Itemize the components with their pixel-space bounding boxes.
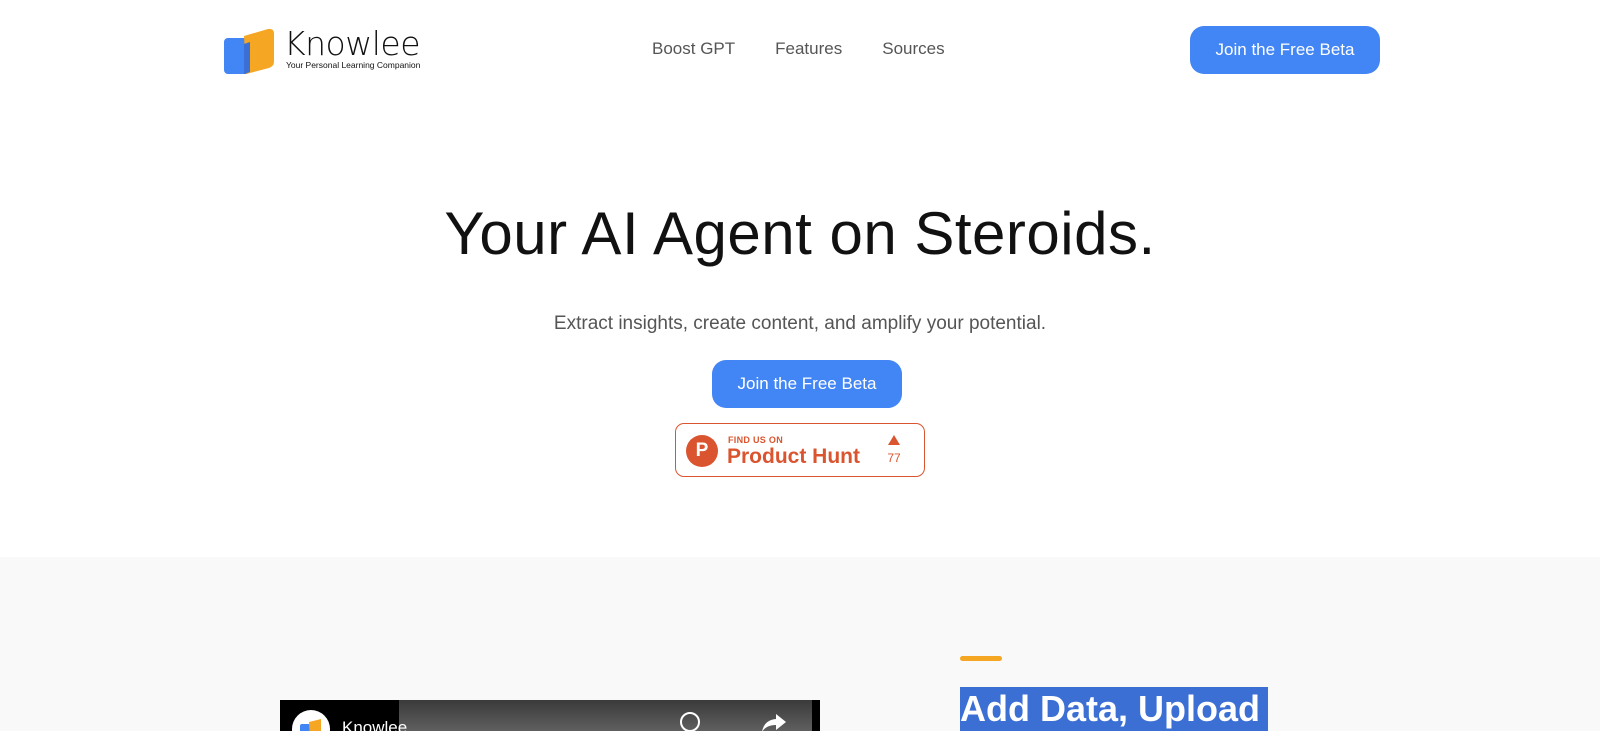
knowlee-logo-icon (224, 28, 274, 74)
main-nav: Boost GPT Features Sources (652, 38, 945, 60)
logo-link[interactable]: Knowlee Your Personal Learning Companion (224, 24, 424, 76)
site-header: Knowlee Your Personal Learning Companion… (0, 0, 1600, 100)
feature-section: Knowlee Add Data, Upload (0, 557, 1600, 731)
upvote-arrow-icon (888, 435, 900, 445)
logo-tagline: Your Personal Learning Companion (286, 60, 421, 70)
clock-icon[interactable] (680, 712, 700, 731)
share-icon[interactable] (760, 710, 788, 731)
video-title[interactable]: Knowlee (342, 718, 407, 731)
header-join-beta-button[interactable]: Join the Free Beta (1190, 26, 1380, 74)
video-edge (812, 700, 820, 731)
product-hunt-icon: P (686, 435, 718, 467)
hero-title: Your AI Agent on Steroids. (444, 200, 1156, 267)
product-hunt-find-label: FIND US ON (728, 435, 784, 445)
video-player[interactable]: Knowlee (280, 700, 820, 731)
nav-link-boost-gpt[interactable]: Boost GPT (652, 38, 735, 60)
hero-subtitle: Extract insights, create content, and am… (553, 313, 1047, 334)
upvote-count: 77 (887, 451, 901, 465)
nav-link-features[interactable]: Features (775, 38, 842, 60)
nav-link-sources[interactable]: Sources (882, 38, 944, 60)
product-hunt-badge[interactable]: P FIND US ON Product Hunt 77 (675, 423, 925, 477)
section-accent-bar (960, 656, 1002, 661)
section-heading: Add Data, Upload (960, 687, 1269, 731)
hero-join-beta-button[interactable]: Join the Free Beta (712, 360, 902, 408)
product-hunt-name: Product Hunt (727, 445, 860, 468)
logo-title: Knowlee (284, 24, 421, 63)
